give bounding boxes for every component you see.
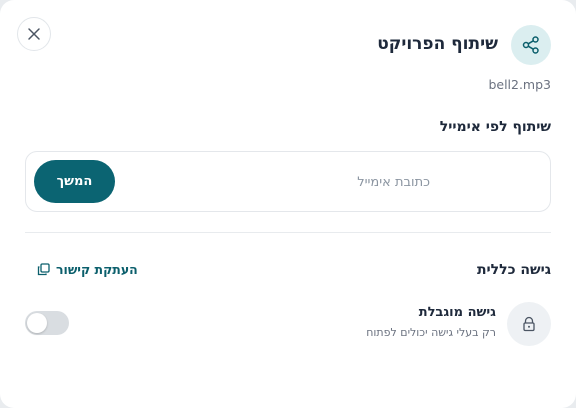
close-icon [28, 28, 40, 40]
restricted-access-description: רק בעלי גישה יכולים לפתוח [366, 326, 496, 339]
share-badge [511, 25, 551, 65]
access-toggle[interactable] [25, 311, 69, 335]
copy-link-label: העתקת קישור [56, 262, 138, 277]
lock-badge [507, 302, 551, 346]
divider [25, 232, 551, 233]
dialog-title: שיתוף הפרויקט [377, 34, 498, 54]
email-input[interactable] [126, 160, 434, 204]
file-name: bell2.mp3 [488, 77, 551, 92]
copy-icon [37, 263, 50, 276]
share-project-dialog: שיתוף הפרויקט bell2.mp3 שיתוף לפי אימייל… [0, 0, 576, 408]
lock-icon [523, 316, 535, 332]
email-share-heading: שיתוף לפי אימייל [439, 119, 551, 135]
email-share-box: המשך [25, 151, 551, 212]
close-button[interactable] [17, 17, 51, 51]
restricted-access-title: גישה מוגבלת [418, 305, 496, 320]
toggle-knob [27, 313, 47, 333]
continue-button[interactable]: המשך [34, 160, 115, 203]
general-access-heading: גישה כללית [476, 262, 551, 278]
copy-link-button[interactable]: העתקת קישור [37, 262, 138, 277]
share-icon [522, 36, 539, 54]
